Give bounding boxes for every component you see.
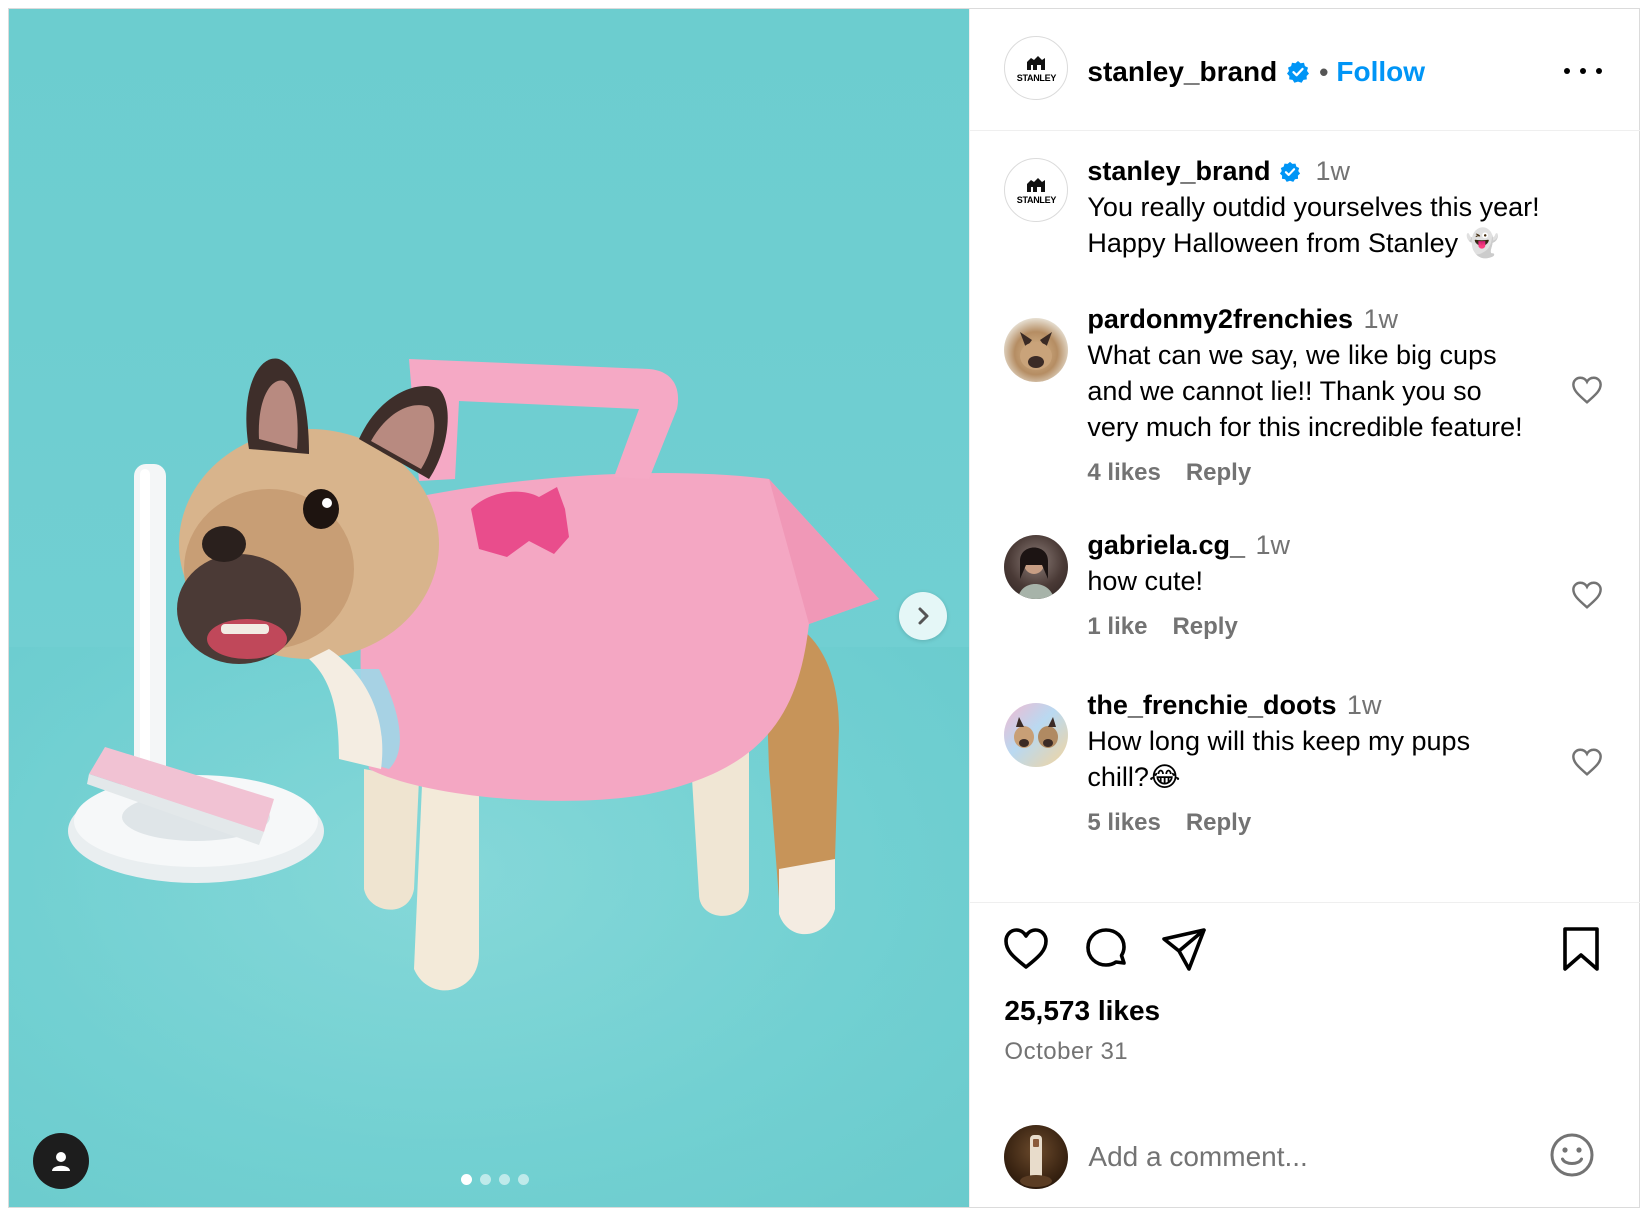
reply-button[interactable]: Reply — [1186, 809, 1251, 837]
comment-meta: 1 like Reply — [1087, 613, 1587, 641]
comment-heart-icon[interactable] — [1570, 375, 1604, 405]
comment-line: how cute! — [1087, 566, 1203, 596]
commenter-avatar[interactable] — [1004, 703, 1069, 767]
comment: gabriela.cg_ 1w how cute! 1 like Reply — [1087, 530, 1587, 641]
comment-line: very much for this incredible feature! — [1087, 412, 1523, 442]
comment-username[interactable]: gabriela.cg_ — [1087, 530, 1245, 560]
share-paper-plane-icon[interactable] — [1160, 925, 1208, 973]
comment-likes[interactable]: 1 like — [1087, 613, 1147, 641]
dog-avatar-image — [1020, 332, 1053, 370]
post-date[interactable]: October 31 — [1004, 1038, 1128, 1066]
commenter-avatar[interactable] — [1004, 535, 1069, 599]
caption-avatar[interactable]: STANLEY — [1004, 158, 1069, 222]
commenter-avatar[interactable] — [1004, 318, 1069, 382]
comment-heart-icon[interactable] — [1570, 580, 1604, 610]
comment-username[interactable]: pardonmy2frenchies — [1087, 304, 1353, 334]
comment-line: How long will this keep my pups — [1087, 726, 1471, 756]
carousel-dot — [480, 1174, 491, 1185]
comment: the_frenchie_doots 1w How long will this… — [1087, 690, 1587, 837]
carousel-indicator — [461, 1174, 529, 1185]
more-dot — [1564, 68, 1571, 74]
caption: stanley_brand 1w You really outdid yours… — [1087, 156, 1587, 261]
reply-button[interactable]: Reply — [1186, 459, 1251, 487]
comment-time[interactable]: 1w — [1363, 304, 1398, 334]
post-media[interactable] — [9, 9, 970, 1207]
comment-line: and we cannot lie!! Thank you so — [1087, 376, 1482, 406]
comment-meta: 5 likes Reply — [1087, 809, 1587, 837]
current-user-avatar[interactable] — [1004, 1125, 1069, 1189]
caption-line: Happy Halloween from Stanley 👻 — [1087, 228, 1500, 258]
like-heart-icon[interactable] — [1002, 925, 1050, 973]
comment-likes[interactable]: 5 likes — [1087, 809, 1160, 837]
verified-badge-icon — [1280, 161, 1301, 182]
stanley-logo-text: STANLEY — [1016, 72, 1057, 83]
comment-line: What can we say, we like big cups — [1087, 340, 1497, 370]
stanley-bear-logo-icon — [1027, 55, 1046, 70]
post-photo — [68, 358, 879, 991]
comment-meta: 4 likes Reply — [1087, 459, 1587, 487]
caption-username[interactable]: stanley_brand — [1087, 156, 1270, 187]
comment-time[interactable]: 1w — [1347, 690, 1382, 720]
add-comment-input[interactable] — [1088, 1137, 1529, 1177]
account-username[interactable]: stanley_brand — [1087, 56, 1277, 88]
save-bookmark-icon[interactable] — [1557, 925, 1605, 973]
chevron-right-icon — [918, 607, 929, 625]
caption-line: You really outdid yourselves this year! — [1087, 192, 1540, 222]
comment-line: chill?😂 — [1087, 762, 1181, 792]
follow-button[interactable]: Follow — [1336, 56, 1425, 88]
verified-badge-icon — [1287, 61, 1310, 83]
comment-time[interactable]: 1w — [1255, 530, 1290, 560]
likes-count[interactable]: 25,573 likes — [1004, 995, 1160, 1027]
person-avatar-image — [1018, 547, 1055, 599]
carousel-dot — [518, 1174, 529, 1185]
dog — [177, 358, 879, 991]
post-side-panel: STANLEY stanley_brand • Follow STANLEY s… — [969, 9, 1641, 1207]
comment-likes[interactable]: 4 likes — [1087, 459, 1160, 487]
account-avatar[interactable]: STANLEY — [1004, 36, 1069, 100]
more-options-button[interactable] — [1564, 63, 1603, 79]
comment: pardonmy2frenchies 1w What can we say, w… — [1087, 304, 1587, 487]
stanley-bear-logo-icon — [1027, 177, 1046, 192]
emoji-icon[interactable] — [1548, 1131, 1596, 1179]
post-header: STANLEY stanley_brand • Follow — [970, 9, 1641, 131]
comment-heart-icon[interactable] — [1570, 747, 1604, 777]
comment-username[interactable]: the_frenchie_doots — [1087, 690, 1336, 720]
stanley-logo-text: STANLEY — [1016, 194, 1057, 205]
user-tag-icon — [52, 1152, 70, 1171]
add-comment-bar — [970, 1117, 1640, 1207]
header-separator: • — [1319, 56, 1329, 87]
tagged-users-button[interactable] — [33, 1133, 89, 1189]
more-dot — [1596, 68, 1603, 74]
user-avatar-image — [1020, 1135, 1053, 1187]
dogs-avatar-image — [1014, 717, 1059, 748]
caption-time[interactable]: 1w — [1315, 156, 1350, 187]
action-bar — [970, 925, 1640, 981]
post-card: STANLEY stanley_brand • Follow STANLEY s… — [8, 8, 1641, 1208]
section-divider — [970, 902, 1641, 903]
comment-icon[interactable] — [1082, 925, 1130, 973]
account-header-row: stanley_brand • Follow — [1087, 56, 1425, 88]
carousel-dot — [499, 1174, 510, 1185]
carousel-dot — [461, 1174, 472, 1185]
reply-button[interactable]: Reply — [1172, 613, 1237, 641]
more-dot — [1580, 68, 1587, 74]
next-media-button[interactable] — [899, 592, 947, 640]
